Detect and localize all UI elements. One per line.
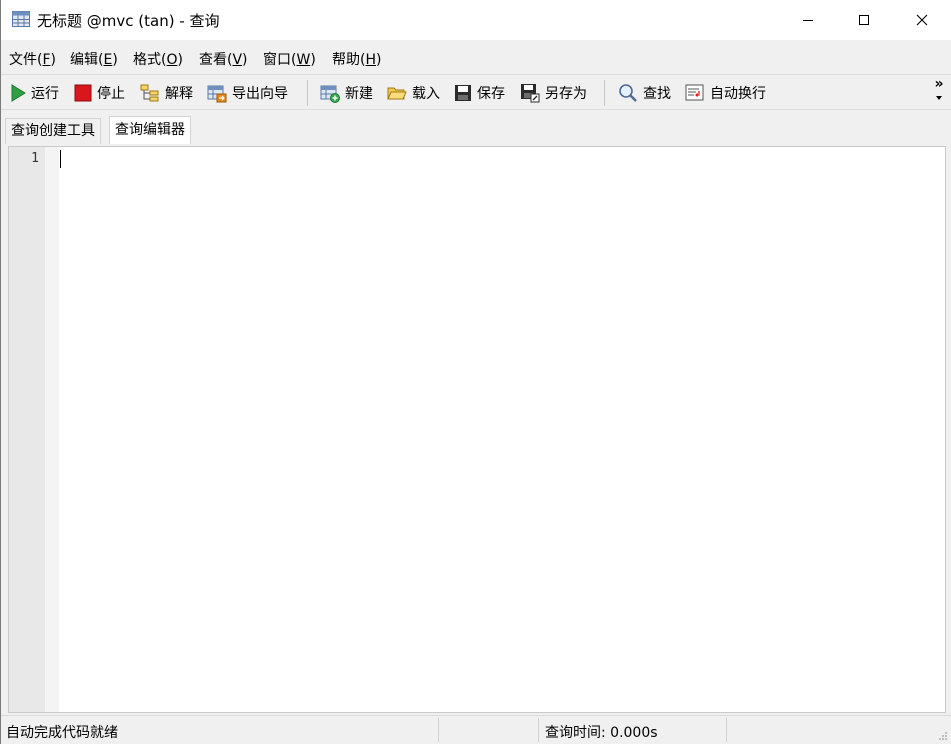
tab-bar: 查询创建工具 查询编辑器 bbox=[1, 111, 951, 145]
close-button[interactable] bbox=[893, 0, 951, 40]
export-wizard-button[interactable]: 导出向导 bbox=[207, 82, 288, 104]
tab-query-builder[interactable]: 查询创建工具 bbox=[5, 118, 101, 144]
run-button[interactable]: 运行 bbox=[10, 82, 59, 104]
toolbar-separator bbox=[604, 80, 605, 106]
save-as-button[interactable]: 另存为 bbox=[520, 82, 587, 104]
word-wrap-icon bbox=[685, 84, 704, 101]
play-icon bbox=[11, 84, 26, 102]
text-caret bbox=[60, 150, 61, 168]
magnifier-icon bbox=[619, 84, 637, 102]
status-divider bbox=[538, 718, 539, 742]
toolbar-overflow-button[interactable]: » bbox=[931, 77, 947, 109]
new-query-icon bbox=[320, 85, 340, 103]
menu-window[interactable]: 窗口(W) bbox=[263, 49, 316, 69]
status-autocomplete: 自动完成代码就绪 bbox=[6, 725, 118, 741]
close-icon bbox=[916, 14, 928, 26]
word-wrap-button[interactable]: 自动换行 bbox=[685, 82, 766, 104]
export-icon bbox=[207, 85, 227, 103]
status-divider bbox=[726, 718, 727, 742]
load-button[interactable]: 载入 bbox=[387, 82, 440, 104]
table-grid-icon bbox=[12, 11, 30, 27]
menu-edit[interactable]: 编辑(E) bbox=[70, 49, 118, 69]
stop-button[interactable]: 停止 bbox=[74, 82, 125, 104]
save-as-icon bbox=[521, 84, 540, 103]
sql-editor[interactable]: 1 bbox=[8, 146, 946, 713]
chevron-down-icon bbox=[936, 96, 942, 100]
line-number: 1 bbox=[31, 151, 39, 166]
stop-icon bbox=[74, 84, 92, 102]
menu-view[interactable]: 查看(V) bbox=[199, 49, 248, 69]
save-button[interactable]: 保存 bbox=[454, 82, 505, 104]
status-query-time: 查询时间: 0.000s bbox=[545, 725, 658, 741]
menu-format[interactable]: 格式(O) bbox=[133, 49, 183, 69]
status-bar: 自动完成代码就绪 查询时间: 0.000s bbox=[1, 715, 951, 744]
toolbar: 运行 停止 解释 导出向导 新建 载入 保存 另存为 查找 自动换行 » bbox=[1, 74, 951, 110]
minimize-icon bbox=[803, 20, 813, 21]
floppy-disk-icon bbox=[455, 85, 471, 101]
maximize-icon bbox=[859, 15, 869, 25]
minimize-button[interactable] bbox=[779, 0, 837, 40]
fold-margin bbox=[45, 147, 59, 712]
explain-tree-icon bbox=[140, 84, 159, 102]
toolbar-separator bbox=[307, 80, 308, 106]
find-button[interactable]: 查找 bbox=[618, 82, 671, 104]
tab-query-editor[interactable]: 查询编辑器 bbox=[109, 116, 191, 144]
window-title: 无标题 @mvc (tan) - 查询 bbox=[37, 12, 220, 30]
menu-bar: 文件(F) 编辑(E) 格式(O) 查看(V) 窗口(W) 帮助(H) bbox=[1, 41, 951, 73]
title-bar: 无标题 @mvc (tan) - 查询 bbox=[1, 0, 951, 40]
query-window: 无标题 @mvc (tan) - 查询 文件(F) 编辑(E) 格式(O) 查看… bbox=[0, 0, 951, 744]
line-number-gutter: 1 bbox=[9, 147, 45, 712]
status-divider bbox=[438, 718, 439, 742]
menu-help[interactable]: 帮助(H) bbox=[332, 49, 381, 69]
menu-file[interactable]: 文件(F) bbox=[9, 49, 56, 69]
maximize-button[interactable] bbox=[835, 0, 893, 40]
explain-button[interactable]: 解释 bbox=[140, 82, 193, 104]
folder-open-icon bbox=[387, 87, 407, 100]
resize-grip-icon[interactable] bbox=[938, 731, 948, 741]
new-button[interactable]: 新建 bbox=[320, 82, 373, 104]
